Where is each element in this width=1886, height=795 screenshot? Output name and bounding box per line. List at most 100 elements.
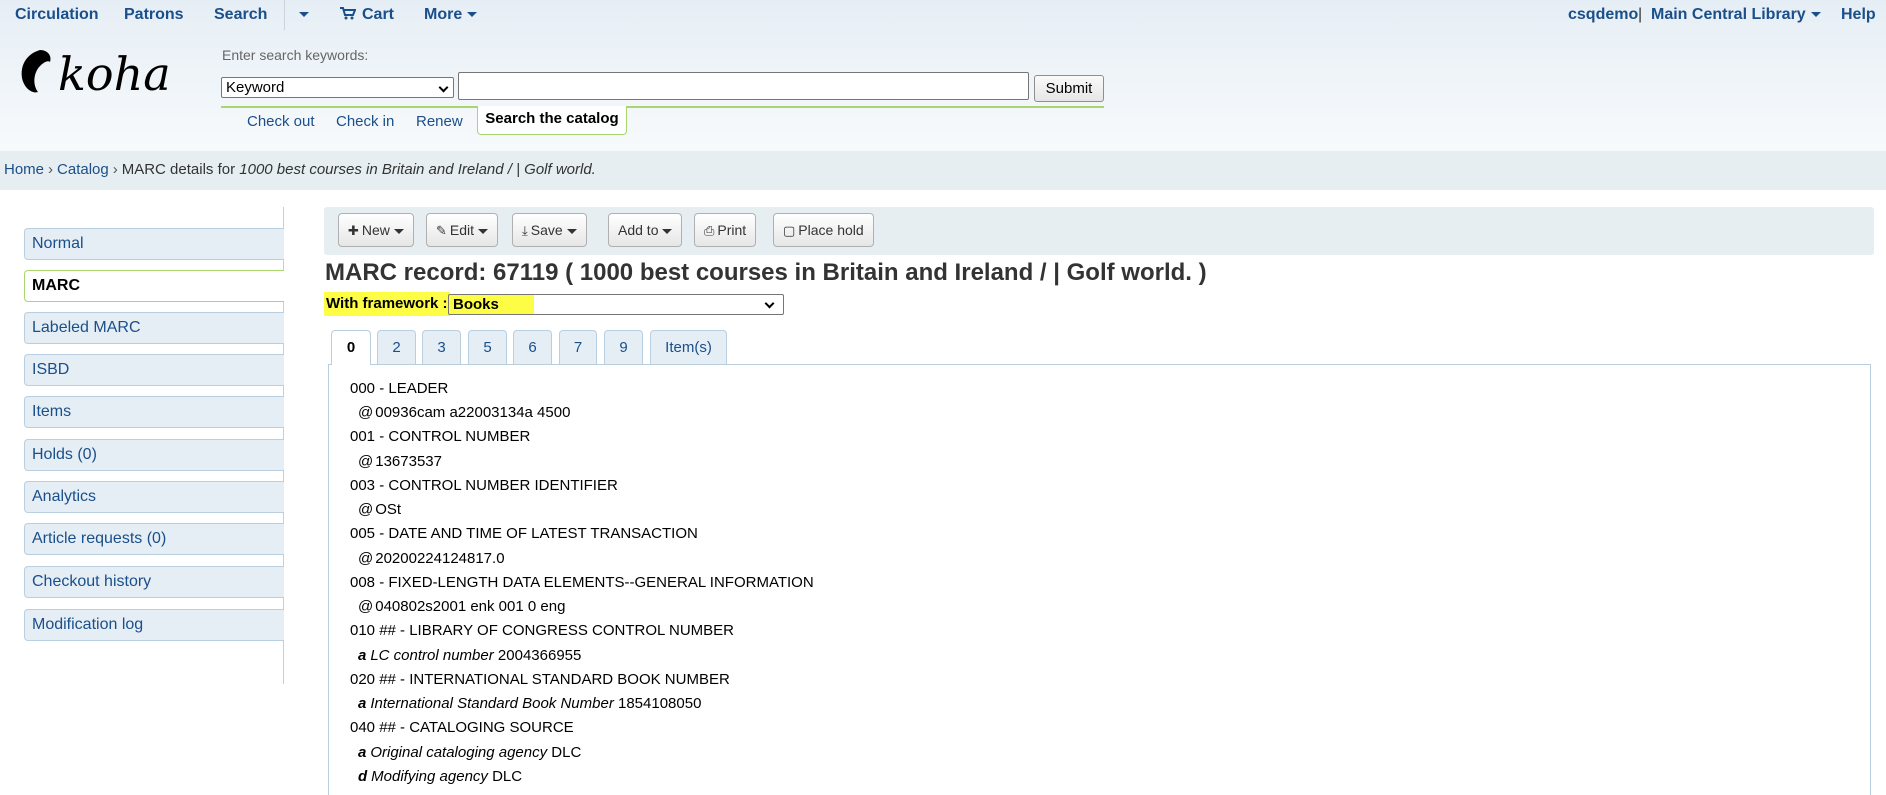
framework-value: Books — [453, 296, 499, 313]
koha-logo[interactable]: koha — [18, 47, 183, 101]
tab-0[interactable]: 0 — [331, 330, 371, 365]
download-icon: ⤓ — [522, 223, 528, 238]
marc-field-010: 010 ## - LIBRARY OF CONGRESS CONTROL NUM… — [350, 622, 734, 639]
search-input[interactable] — [458, 72, 1029, 100]
caret-down-icon — [393, 228, 404, 234]
sidebar-item-items[interactable]: Items — [24, 396, 284, 428]
print-button-label: Print — [717, 222, 747, 238]
tab-6[interactable]: 6 — [513, 330, 552, 364]
marc-subfield-001: @13673537 — [358, 453, 442, 470]
cart-icon — [340, 7, 357, 20]
edit-button-label: Edit — [449, 222, 475, 238]
marc-subfield-005: @20200224124817.0 — [358, 550, 505, 567]
breadcrumb-current-prefix: MARC details for — [121, 161, 236, 178]
logo-text: koha — [58, 48, 171, 100]
nav-library[interactable]: Main Central Library — [1651, 6, 1821, 24]
tab-items[interactable]: Item(s) — [650, 330, 727, 364]
logged-in-user[interactable]: csqdemo — [1568, 6, 1638, 24]
printer-icon: ⎙ — [704, 223, 715, 238]
marc-subfield-000: @00936cam a22003134a 4500 — [358, 404, 571, 421]
framework-select[interactable]: Books — [448, 294, 784, 315]
sidebar-item-article-requests[interactable]: Article requests (0) — [24, 523, 284, 555]
marc-field-000: 000 - LEADER — [350, 380, 449, 397]
nav-cart[interactable]: Cart — [340, 6, 394, 24]
marc-field-005: 005 - DATE AND TIME OF LATEST TRANSACTIO… — [350, 525, 698, 542]
sidebar-item-holds[interactable]: Holds (0) — [24, 439, 284, 471]
caret-down-icon — [299, 12, 309, 18]
place-hold-button[interactable]: ▢ Place hold — [773, 213, 874, 247]
nav-patrons[interactable]: Patrons — [124, 6, 184, 24]
marc-subfield-008: @040802s2001 enk 001 0 eng — [358, 598, 566, 615]
tab-7[interactable]: 7 — [559, 330, 597, 364]
plus-icon: ✚ — [348, 223, 359, 238]
add-to-button[interactable]: Add to — [608, 213, 683, 247]
tab-9[interactable]: 9 — [604, 330, 643, 364]
tool-renew[interactable]: Renew — [416, 113, 463, 130]
nav-more[interactable]: More — [424, 6, 478, 24]
tool-check-out[interactable]: Check out — [247, 113, 315, 130]
add-to-button-label: Add to — [618, 222, 659, 238]
search-type-select[interactable]: Keyword — [221, 77, 454, 98]
breadcrumb-current-title: 1000 best courses in Britain and Ireland… — [239, 161, 596, 178]
nav-help[interactable]: Help — [1841, 6, 1876, 24]
search-dropdown-toggle[interactable] — [294, 6, 309, 24]
search-catalog-tab[interactable]: Search the catalog — [477, 106, 627, 135]
top-navigation: Circulation Patrons Search Cart More csq… — [0, 0, 1886, 30]
save-button[interactable]: ⤓ Save — [512, 213, 587, 247]
edit-button[interactable]: ✎ Edit — [426, 213, 499, 247]
nav-user-divider: | — [1638, 6, 1643, 23]
caret-down-icon — [1810, 12, 1821, 18]
nav-more-label: More — [424, 6, 463, 23]
nav-cart-label: Cart — [362, 6, 395, 23]
caret-down-icon — [566, 228, 577, 234]
caret-down-icon — [467, 12, 478, 18]
sidebar-item-normal[interactable]: Normal — [24, 228, 284, 260]
search-label: Enter search keywords: — [222, 47, 369, 63]
sidebar-item-labeled-marc[interactable]: Labeled MARC — [24, 312, 284, 344]
nav-divider — [284, 0, 285, 30]
caret-down-icon — [478, 228, 489, 234]
print-button[interactable]: ⎙ Print — [694, 213, 757, 247]
toolbar: ✚ New ✎ Edit ⤓ Save Add to ⎙ Print ▢ Place ho… — [324, 207, 1874, 255]
search-bar-underline — [221, 106, 1104, 108]
caret-down-icon — [662, 228, 673, 234]
search-submit-button[interactable]: Submit — [1034, 75, 1104, 102]
tool-check-in[interactable]: Check in — [336, 113, 394, 130]
tab-3[interactable]: 3 — [422, 330, 461, 364]
marc-field-008: 008 - FIXED-LENGTH DATA ELEMENTS--GENERA… — [350, 574, 814, 591]
page-title: MARC record: 67119 ( 1000 best courses i… — [325, 259, 1207, 286]
breadcrumb: Home › Catalog › MARC details for 1000 best … — [0, 151, 1886, 190]
sidebar-item-checkout-history[interactable]: Checkout history — [24, 566, 284, 598]
chevron-down-icon — [438, 82, 449, 93]
marc-subfield-020a: a International Standard Book Number 1854… — [358, 695, 702, 712]
marc-subfield-003: @ OSt — [358, 501, 402, 518]
new-button-label: New — [361, 222, 390, 238]
marc-field-020: 020 ## - INTERNATIONAL STANDARD BOOK NUM… — [350, 671, 730, 688]
place-hold-button-label: Place hold — [798, 222, 864, 238]
nav-circulation[interactable]: Circulation — [15, 6, 99, 24]
nav-library-label: Main Central Library — [1651, 6, 1806, 23]
marc-field-003: 003 - CONTROL NUMBER IDENTIFIER — [350, 477, 618, 494]
new-button[interactable]: ✚ New — [338, 213, 414, 247]
marc-subfield-010a: a LC control number 2004366955 — [358, 647, 582, 664]
sidebar-item-modification-log[interactable]: Modification log — [24, 609, 284, 641]
breadcrumb-catalog[interactable]: Catalog — [57, 161, 109, 178]
marc-field-001: 001 - CONTROL NUMBER — [350, 428, 531, 445]
search-type-value: Keyword — [226, 79, 285, 96]
framework-label: With framework : — [324, 292, 450, 316]
nav-search[interactable]: Search — [214, 6, 267, 24]
sidebar-item-isbd[interactable]: ISBD — [24, 354, 284, 386]
save-button-label: Save — [530, 222, 563, 238]
tab-2[interactable]: 2 — [377, 330, 416, 364]
pencil-icon: ✎ — [436, 223, 447, 238]
header: Circulation Patrons Search Cart More csq… — [0, 0, 1886, 151]
sidebar-item-marc[interactable]: MARC — [24, 270, 284, 302]
marc-subfield-040a: a Original cataloging agency DLC — [358, 744, 582, 761]
sidebar-item-analytics[interactable]: Analytics — [24, 481, 284, 513]
marc-field-040: 040 ## - CATALOGING SOURCE — [350, 719, 574, 736]
marc-subfield-040d: d Modifying agency DLC — [358, 768, 523, 785]
framework-select-fill — [534, 295, 783, 314]
sticky-note-icon: ▢ — [783, 223, 796, 238]
tab-5[interactable]: 5 — [468, 330, 507, 364]
breadcrumb-home[interactable]: Home — [4, 161, 44, 178]
